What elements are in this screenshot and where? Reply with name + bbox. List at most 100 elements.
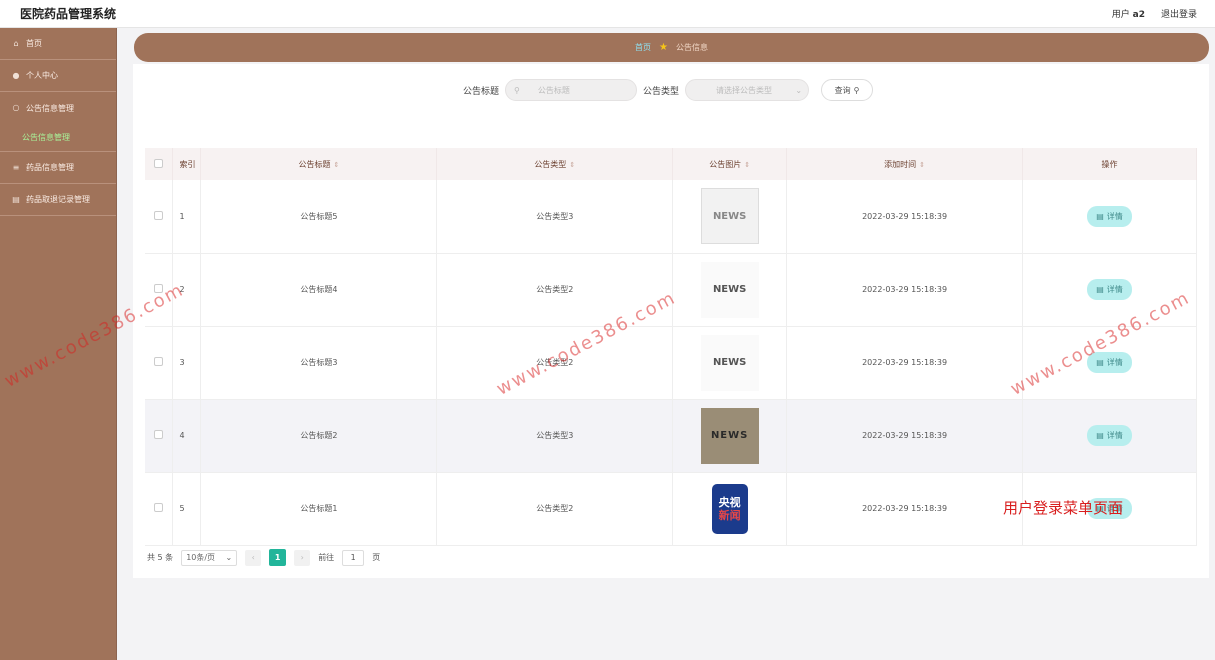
row-select-cell [145, 472, 174, 546]
sidebar-item-home[interactable]: ⌂ 首页 [0, 28, 116, 60]
user-info: 用户 a2 [1112, 7, 1145, 20]
row-index: 3 [172, 326, 202, 400]
breadcrumb: 首页 ★ 公告信息 [134, 33, 1209, 62]
notice-image[interactable]: NEWS [700, 334, 759, 391]
list-icon: ≡ [12, 162, 20, 172]
page-size-value: 10条/页 [186, 553, 216, 562]
notice-image[interactable]: 央视 新闻 [711, 483, 748, 534]
page-size-select[interactable]: 10条/页 ⌄ [181, 549, 238, 566]
breadcrumb-home[interactable]: 首页 [635, 42, 651, 53]
sidebar-item-label: 药品信息管理 [26, 163, 74, 172]
row-select-cell [145, 399, 174, 473]
sidebar-item-label: 个人中心 [26, 71, 58, 80]
sidebar-item-label: 药品取退记录管理 [26, 195, 90, 204]
row-select-cell [145, 326, 174, 400]
row-image-cell: 央视 新闻 [672, 472, 788, 546]
row-title: 公告标题1 [200, 472, 438, 546]
overlay-caption: 用户登录菜单页面 [1003, 499, 1124, 517]
row-type: 公告类型3 [436, 399, 674, 473]
prev-page-button[interactable]: ‹ [245, 549, 262, 566]
row-ops: ▤ 详情 [1022, 180, 1197, 254]
breadcrumb-current: 公告信息 [675, 43, 708, 52]
header-image[interactable]: 公告图片 ⇕ [672, 148, 788, 180]
goto-page-input[interactable]: 1 [342, 549, 365, 566]
detail-button-label: 详情 [1106, 285, 1123, 294]
doc-icon: ▤ [1096, 358, 1104, 367]
next-page-button[interactable]: › [294, 549, 311, 566]
row-time: 2022-03-29 15:18:39 [786, 253, 1024, 327]
sort-icon: ⇕ [569, 160, 576, 169]
search-icon: ⚲ [514, 85, 520, 95]
home-icon: ⌂ [13, 38, 19, 48]
header-title[interactable]: 公告标题 ⇕ [200, 148, 438, 180]
search-row: 公告标题 ⚲ 公告标题 公告类型 请选择公告类型 ⌄ 查询 ⚲ [463, 79, 874, 101]
top-bar: 医院药品管理系统 用户 a2 退出登录 [0, 0, 1215, 28]
cctv-top-text: 央视 [718, 495, 741, 509]
sidebar-item-label: 公告信息管理 [22, 133, 70, 142]
notice-image[interactable]: NEWS [700, 261, 759, 318]
row-image-cell: NEWS [672, 399, 788, 473]
user-icon: ● [12, 70, 20, 80]
notice-image[interactable]: NEWS [700, 407, 759, 464]
query-button[interactable]: 查询 ⚲ [821, 79, 874, 101]
header-type-label: 公告类型 [534, 159, 567, 169]
doc-icon: ▤ [1096, 285, 1104, 294]
row-image-cell: NEWS [672, 180, 788, 254]
row-time: 2022-03-29 15:18:39 [786, 399, 1024, 473]
sidebar-item-notice-group[interactable]: ○ 公告信息管理 [0, 92, 116, 124]
search-icon: ⚲ [853, 85, 860, 95]
chevron-down-icon: ⌄ [795, 85, 803, 95]
sidebar-item-drug-record[interactable]: ▤ 药品取退记录管理 [0, 184, 116, 216]
user-area: 用户 a2 退出登录 [1112, 7, 1197, 20]
sort-icon: ⇕ [333, 160, 340, 169]
row-title: 公告标题2 [200, 399, 438, 473]
page-number-current[interactable]: 1 [269, 549, 287, 566]
row-type: 公告类型3 [436, 180, 674, 254]
row-checkbox[interactable] [154, 503, 164, 512]
row-title: 公告标题5 [200, 180, 438, 254]
header-type[interactable]: 公告类型 ⇕ [436, 148, 674, 180]
sort-icon: ⇕ [919, 160, 926, 169]
row-time: 2022-03-29 15:18:39 [786, 472, 1024, 546]
type-select-placeholder: 请选择公告类型 [716, 85, 773, 95]
record-icon: ▤ [12, 194, 20, 204]
type-select-label: 公告类型 [643, 86, 680, 97]
notice-image[interactable]: NEWS [700, 188, 759, 245]
table-header-row: 索引 公告标题 ⇕ 公告类型 ⇕ 公告图片 ⇕ 添加时间 ⇕ 操作 [145, 148, 1197, 180]
sidebar-item-notice-manage[interactable]: 公告信息管理 [0, 124, 116, 152]
header-index: 索引 [172, 148, 202, 180]
header-image-label: 公告图片 [709, 159, 742, 169]
detail-button[interactable]: ▤ 详情 [1087, 279, 1132, 300]
row-title: 公告标题3 [200, 326, 438, 400]
row-index: 5 [172, 472, 202, 546]
type-select[interactable]: 请选择公告类型 ⌄ [685, 79, 810, 101]
row-index: 4 [172, 399, 202, 473]
row-checkbox[interactable] [154, 357, 164, 366]
detail-button[interactable]: ▤ 详情 [1087, 425, 1132, 446]
sidebar-item-profile[interactable]: ● 个人中心 [0, 60, 116, 92]
sidebar-item-label: 公告信息管理 [26, 103, 74, 113]
row-image-cell: NEWS [672, 253, 788, 327]
detail-button[interactable]: ▤ 详情 [1087, 205, 1132, 227]
chevron-down-icon: ⌄ [225, 553, 233, 562]
row-ops: ▤ 详情 [1022, 399, 1197, 473]
sidebar-item-drug-info[interactable]: ≡ 药品信息管理 [0, 152, 116, 184]
notice-table: 索引 公告标题 ⇕ 公告类型 ⇕ 公告图片 ⇕ 添加时间 ⇕ 操作 1 公告标题5 公告… [145, 148, 1197, 546]
row-time: 2022-03-29 15:18:39 [786, 326, 1024, 400]
header-time-label: 添加时间 [884, 159, 917, 169]
title-search-input[interactable]: ⚲ 公告标题 [505, 79, 638, 101]
header-time[interactable]: 添加时间 ⇕ [786, 148, 1024, 180]
select-all-checkbox[interactable] [154, 158, 164, 168]
select-all-cell [145, 148, 174, 180]
row-checkbox[interactable] [154, 430, 164, 439]
user-label: 用户 [1111, 10, 1130, 20]
star-icon: ★ [659, 42, 668, 53]
goto-suffix: 页 [372, 553, 381, 562]
logout-link[interactable]: 退出登录 [1161, 7, 1197, 20]
row-index: 1 [172, 180, 202, 254]
detail-button-label: 详情 [1106, 358, 1123, 367]
row-checkbox[interactable] [154, 210, 164, 220]
doc-icon: ▤ [1096, 211, 1104, 221]
row-time: 2022-03-29 15:18:39 [786, 180, 1024, 254]
header-ops: 操作 [1022, 148, 1197, 180]
